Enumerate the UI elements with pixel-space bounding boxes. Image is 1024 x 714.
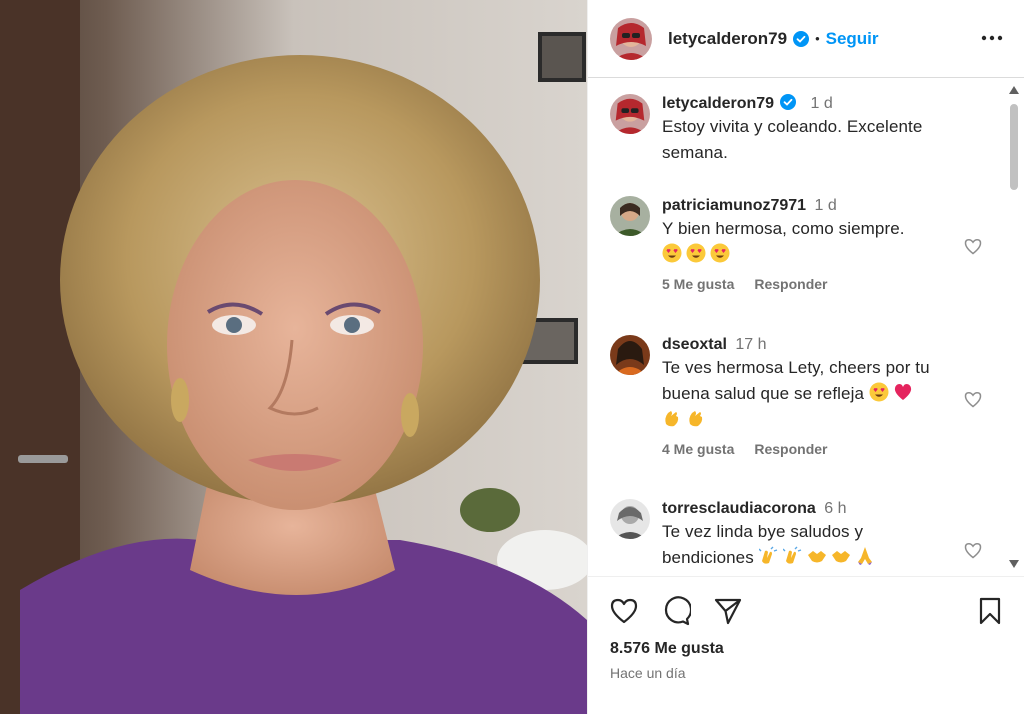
likes-count[interactable]: 8.576 Me gusta	[610, 640, 724, 658]
heart-eyes-emoji-icon	[710, 243, 730, 263]
comment-item: dseoxtal 17 h Te ves hermosa Lety, cheer…	[610, 335, 980, 457]
comment-item: torresclaudiacorona 6 h Te vez linda bye…	[610, 499, 980, 571]
reply-button[interactable]: Responder	[754, 276, 827, 292]
heart-eyes-emoji-icon	[686, 243, 706, 263]
folded-hands-emoji-icon	[857, 547, 872, 565]
like-heart-icon[interactable]	[609, 596, 639, 626]
post-date[interactable]: Hace un día	[610, 665, 686, 681]
heart-eyes-emoji-icon	[662, 243, 682, 263]
raising-hands-emoji-icon	[758, 546, 777, 564]
like-comment-heart-icon[interactable]	[963, 236, 983, 256]
clapping-hands-emoji-icon	[665, 411, 679, 427]
commenter-avatar[interactable]	[610, 499, 650, 539]
commenter-avatar[interactable]	[610, 196, 650, 236]
post-header: letycalderon79 • Seguir	[588, 0, 1024, 78]
verified-badge-icon	[793, 30, 810, 47]
post-side-panel: letycalderon79 • Seguir letycalderon79 1…	[587, 0, 1024, 714]
reply-button[interactable]: Responder	[754, 441, 827, 457]
more-options-icon[interactable]	[981, 28, 1003, 48]
author-avatar[interactable]	[610, 17, 652, 60]
caption-author[interactable]: letycalderon79	[662, 95, 774, 112]
comment-text: Te vez linda bye saludos y bendiciones	[662, 519, 932, 571]
header-separator: •	[815, 31, 820, 46]
like-comment-heart-icon[interactable]	[963, 389, 983, 409]
caption-text: Estoy vivita y coleando. Excelente seman…	[662, 117, 923, 162]
heart-eyes-emoji-icon	[869, 382, 889, 402]
handshake-emoji-icon	[807, 551, 826, 563]
handshake-emoji-icon	[831, 551, 850, 563]
instagram-post: letycalderon79 • Seguir letycalderon79 1…	[0, 0, 1024, 714]
like-comment-heart-icon[interactable]	[963, 540, 983, 560]
follow-button[interactable]: Seguir	[826, 29, 879, 49]
pink-heart-emoji-icon	[894, 384, 911, 400]
comment-actions: 5 Me gusta Responder	[662, 276, 980, 292]
comment-age[interactable]: 6 h	[824, 500, 846, 517]
comments-list[interactable]: letycalderon79 1 d Estoy vivita y colean…	[588, 80, 1024, 576]
comment-likes-link[interactable]: 4 Me gusta	[662, 441, 734, 457]
comment-age[interactable]: 1 d	[815, 197, 837, 214]
scroll-up-arrow-icon[interactable]	[1009, 86, 1019, 94]
save-bookmark-icon[interactable]	[975, 596, 1005, 626]
post-photo[interactable]	[0, 0, 587, 714]
share-paper-plane-icon[interactable]	[713, 596, 743, 626]
comment-author[interactable]: dseoxtal	[662, 336, 727, 353]
comment-likes-link[interactable]: 5 Me gusta	[662, 276, 734, 292]
clapping-hands-emoji-icon	[689, 411, 703, 427]
comment-author[interactable]: patriciamunoz7971	[662, 197, 806, 214]
comment-bubble-icon[interactable]	[661, 596, 691, 626]
caption-age[interactable]: 1 d	[811, 95, 833, 112]
caption-avatar[interactable]	[610, 94, 650, 134]
commenter-avatar[interactable]	[610, 335, 650, 375]
verified-badge-icon	[780, 94, 797, 110]
caption: letycalderon79 1 d Estoy vivita y colean…	[610, 94, 980, 166]
comment-item: patriciamunoz7971 1 d Y bien hermosa, co…	[610, 196, 980, 292]
scroll-down-arrow-icon[interactable]	[1009, 560, 1019, 568]
comment-actions: 4 Me gusta Responder	[662, 441, 980, 457]
comment-text: Y bien hermosa, como siempre.	[662, 216, 980, 268]
comment-text: Te ves hermosa Lety, cheers por tu buena…	[662, 355, 932, 433]
author-username[interactable]: letycalderon79	[668, 29, 787, 49]
comment-author[interactable]: torresclaudiacorona	[662, 500, 816, 517]
comment-age[interactable]: 17 h	[735, 336, 766, 353]
scrollbar-thumb[interactable]	[1010, 104, 1018, 190]
comment-text-content: Y bien hermosa, como siempre.	[662, 219, 905, 238]
comment-text-content: Te ves hermosa Lety, cheers por tu buena…	[662, 358, 930, 403]
raising-hands-emoji-icon	[782, 546, 801, 564]
divider	[588, 576, 1024, 577]
